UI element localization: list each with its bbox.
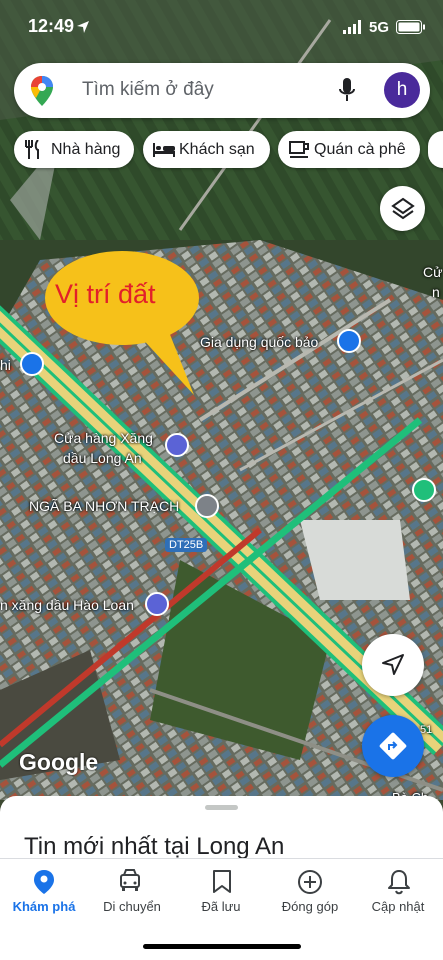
nav-updates[interactable]: Cập nhật bbox=[354, 859, 442, 929]
poi-nga-ba-nhon-trach[interactable]: NGÃ BA NHƠN TRẠCH bbox=[29, 498, 179, 514]
nav-explore[interactable]: Khám phá bbox=[0, 859, 88, 929]
nav-label: Di chuyển bbox=[103, 899, 161, 914]
restaurant-icon bbox=[25, 140, 39, 159]
nav-label: Cập nhật bbox=[371, 899, 425, 914]
chip-hotels[interactable]: Khách sạn bbox=[143, 131, 270, 168]
search-input[interactable]: Tìm kiếm ở đây bbox=[82, 79, 214, 101]
chip-label: Quán cà phê bbox=[314, 141, 406, 158]
chip-restaurants[interactable]: Nhà hàng bbox=[14, 131, 134, 168]
network-type: 5G bbox=[369, 19, 390, 36]
car-icon bbox=[120, 869, 140, 891]
add-circle-icon bbox=[298, 870, 322, 894]
layers-button[interactable] bbox=[380, 186, 425, 231]
hotel-icon bbox=[153, 143, 175, 157]
nav-saved[interactable]: Đã lưu bbox=[177, 859, 265, 929]
google-logo: Google bbox=[19, 749, 99, 775]
directions-icon bbox=[379, 732, 407, 760]
search-bar[interactable]: Tìm kiếm ở đây h bbox=[14, 63, 430, 118]
explore-pin-icon bbox=[34, 870, 54, 894]
chip-cafes[interactable]: Quán cà phê bbox=[278, 131, 420, 168]
land-location-callout bbox=[45, 251, 199, 395]
nav-label: Khám phá bbox=[12, 899, 76, 914]
poi-edge-left[interactable]: hi bbox=[0, 357, 11, 373]
nav-label: Đã lưu bbox=[201, 899, 241, 914]
status-bar: 12:49 5G bbox=[0, 0, 443, 54]
intersection-pin-icon[interactable] bbox=[195, 494, 219, 518]
chip-label: Nhà hàng bbox=[51, 141, 121, 158]
my-location-button[interactable] bbox=[362, 634, 424, 696]
chip-label: Khách sạn bbox=[179, 141, 255, 158]
signal-icon bbox=[343, 20, 361, 34]
cafe-icon bbox=[289, 141, 309, 158]
shopping-pin-icon-left[interactable] bbox=[20, 352, 44, 376]
gas-station-pin-icon-2[interactable] bbox=[145, 592, 169, 616]
bookmark-icon bbox=[213, 870, 231, 893]
nav-label: Đóng góp bbox=[281, 899, 339, 914]
callout-text: Vị trí đất bbox=[55, 279, 156, 309]
poi-gia-dung[interactable]: Gia dụng quốc bảo bbox=[200, 334, 318, 350]
microphone-icon[interactable] bbox=[339, 78, 355, 102]
account-avatar[interactable]: h bbox=[384, 72, 420, 108]
sheet-title: Tin mới nhất tại Long An bbox=[24, 833, 285, 860]
poi-edge-right-n[interactable]: n bbox=[432, 284, 440, 300]
poi-hao-loan[interactable]: n xăng dầu Hào Loan bbox=[0, 597, 134, 613]
battery-icon bbox=[396, 20, 425, 34]
poi-edge-right-c[interactable]: Cử bbox=[423, 264, 442, 280]
shopping-pin-icon[interactable] bbox=[337, 329, 361, 353]
directions-button[interactable] bbox=[362, 715, 424, 777]
poi-xang-long-an-line2[interactable]: dầu Long An bbox=[63, 450, 142, 466]
road-shield-dt25b: DT25B bbox=[165, 538, 208, 552]
maps-logo-icon bbox=[31, 76, 53, 106]
gas-station-pin-icon[interactable] bbox=[165, 433, 189, 457]
sheet-drag-handle[interactable] bbox=[205, 805, 238, 810]
park-pin-icon[interactable] bbox=[412, 478, 436, 502]
navigation-arrow-icon bbox=[382, 654, 404, 675]
status-time: 12:49 bbox=[28, 16, 75, 36]
home-indicator[interactable] bbox=[143, 944, 301, 949]
nav-go[interactable]: Di chuyển bbox=[88, 859, 176, 929]
nav-contribute[interactable]: Đóng góp bbox=[266, 859, 354, 929]
poi-xang-long-an-line1[interactable]: Cửa hàng Xăng bbox=[54, 430, 153, 446]
bell-icon bbox=[388, 870, 410, 895]
location-arrow-icon bbox=[77, 21, 89, 33]
layers-icon bbox=[391, 197, 415, 220]
